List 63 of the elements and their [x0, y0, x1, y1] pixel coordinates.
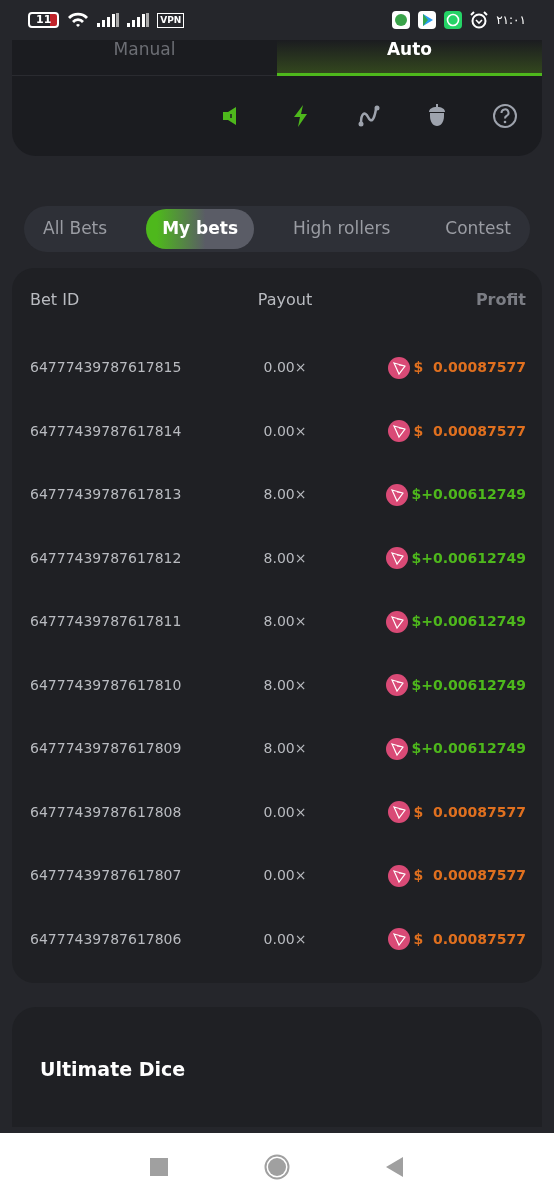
- profit-amount: $+0.00612749: [411, 675, 526, 695]
- profit-amount: $ 0.00087577: [413, 421, 526, 441]
- app-icon: [392, 11, 411, 29]
- bets-tab[interactable]: High rollers: [277, 209, 407, 249]
- coin-icon: [387, 420, 410, 443]
- profit-amount: $ 0.00087577: [413, 802, 526, 822]
- payout-cell-text: 0.00×: [262, 421, 308, 441]
- curve-icon[interactable]: [356, 103, 382, 129]
- payout-cell-text: 8.00×: [262, 485, 308, 505]
- payout-cell-text: 8.00×: [262, 612, 308, 632]
- profit-amount: $+0.00612749: [411, 612, 526, 632]
- coin-icon: [387, 801, 410, 824]
- bet-id-cell-text: 64777439787617813: [30, 485, 183, 505]
- payout-cell-text: 0.00×: [262, 802, 308, 822]
- bet-id-cell-text: 64777439787617811: [30, 612, 183, 632]
- bet-id-cell-text: 64777439787617808: [30, 802, 183, 822]
- signal-icon: [97, 13, 120, 27]
- column-header: Profit: [474, 289, 526, 311]
- back-icon[interactable]: [386, 1156, 404, 1177]
- column-header: Bet ID: [30, 289, 81, 311]
- bets-tab[interactable]: Contest: [429, 209, 527, 249]
- bets-tab[interactable]: All Bets: [27, 209, 124, 249]
- bet-id-cell-text: 64777439787617812: [30, 548, 183, 568]
- game-title: Ultimate Dice: [40, 1057, 187, 1082]
- clock: ٢١:٠١: [496, 12, 526, 29]
- bet-id-cell-text: 64777439787617806: [30, 929, 183, 949]
- vpn-indicator: VPN: [157, 12, 185, 28]
- bets-tab[interactable]: My bets: [146, 209, 254, 249]
- profit-amount: $ 0.00087577: [413, 358, 526, 378]
- coin-icon: [385, 610, 408, 633]
- signal-icon: [127, 13, 150, 27]
- coin-icon: [387, 928, 410, 951]
- column-header: Payout: [256, 289, 314, 311]
- profit-amount: $+0.00612749: [411, 548, 526, 568]
- bet-id-cell-text: 64777439787617814: [30, 421, 183, 441]
- coin-icon: [387, 356, 410, 379]
- payout-cell-text: 0.00×: [262, 358, 308, 378]
- bet-id-cell-text: 64777439787617807: [30, 866, 183, 886]
- recents-icon[interactable]: [150, 1157, 168, 1176]
- payout-cell-text: 8.00×: [262, 739, 308, 759]
- home-icon[interactable]: [264, 1153, 290, 1180]
- payout-cell-text: 8.00×: [262, 548, 308, 568]
- mode-tab[interactable]: Auto: [277, 40, 542, 76]
- coin-icon: [385, 547, 408, 570]
- wifi-icon: [67, 12, 90, 28]
- bet-id-cell-text: 64777439787617815: [30, 358, 183, 378]
- payout-cell-text: 8.00×: [262, 675, 308, 695]
- payout-cell-text: 0.00×: [262, 866, 308, 886]
- profit-amount: $ 0.00087577: [413, 929, 526, 949]
- bet-id-cell-text: 64777439787617810: [30, 675, 183, 695]
- help-icon[interactable]: [492, 103, 518, 129]
- profit-amount: $+0.00612749: [411, 739, 526, 759]
- coin-icon: [385, 674, 408, 697]
- bet-id-cell-text: 64777439787617809: [30, 739, 183, 759]
- profit-amount: $ 0.00087577: [413, 866, 526, 886]
- coin-icon: [385, 483, 408, 506]
- payout-cell-text: 0.00×: [262, 929, 308, 949]
- coin-icon: [387, 864, 410, 887]
- coin-icon: [385, 737, 408, 760]
- profit-amount: $+0.00612749: [411, 485, 526, 505]
- play-store-icon: [418, 11, 437, 29]
- chat-app-icon: [444, 11, 463, 29]
- alarm-icon: [470, 11, 489, 29]
